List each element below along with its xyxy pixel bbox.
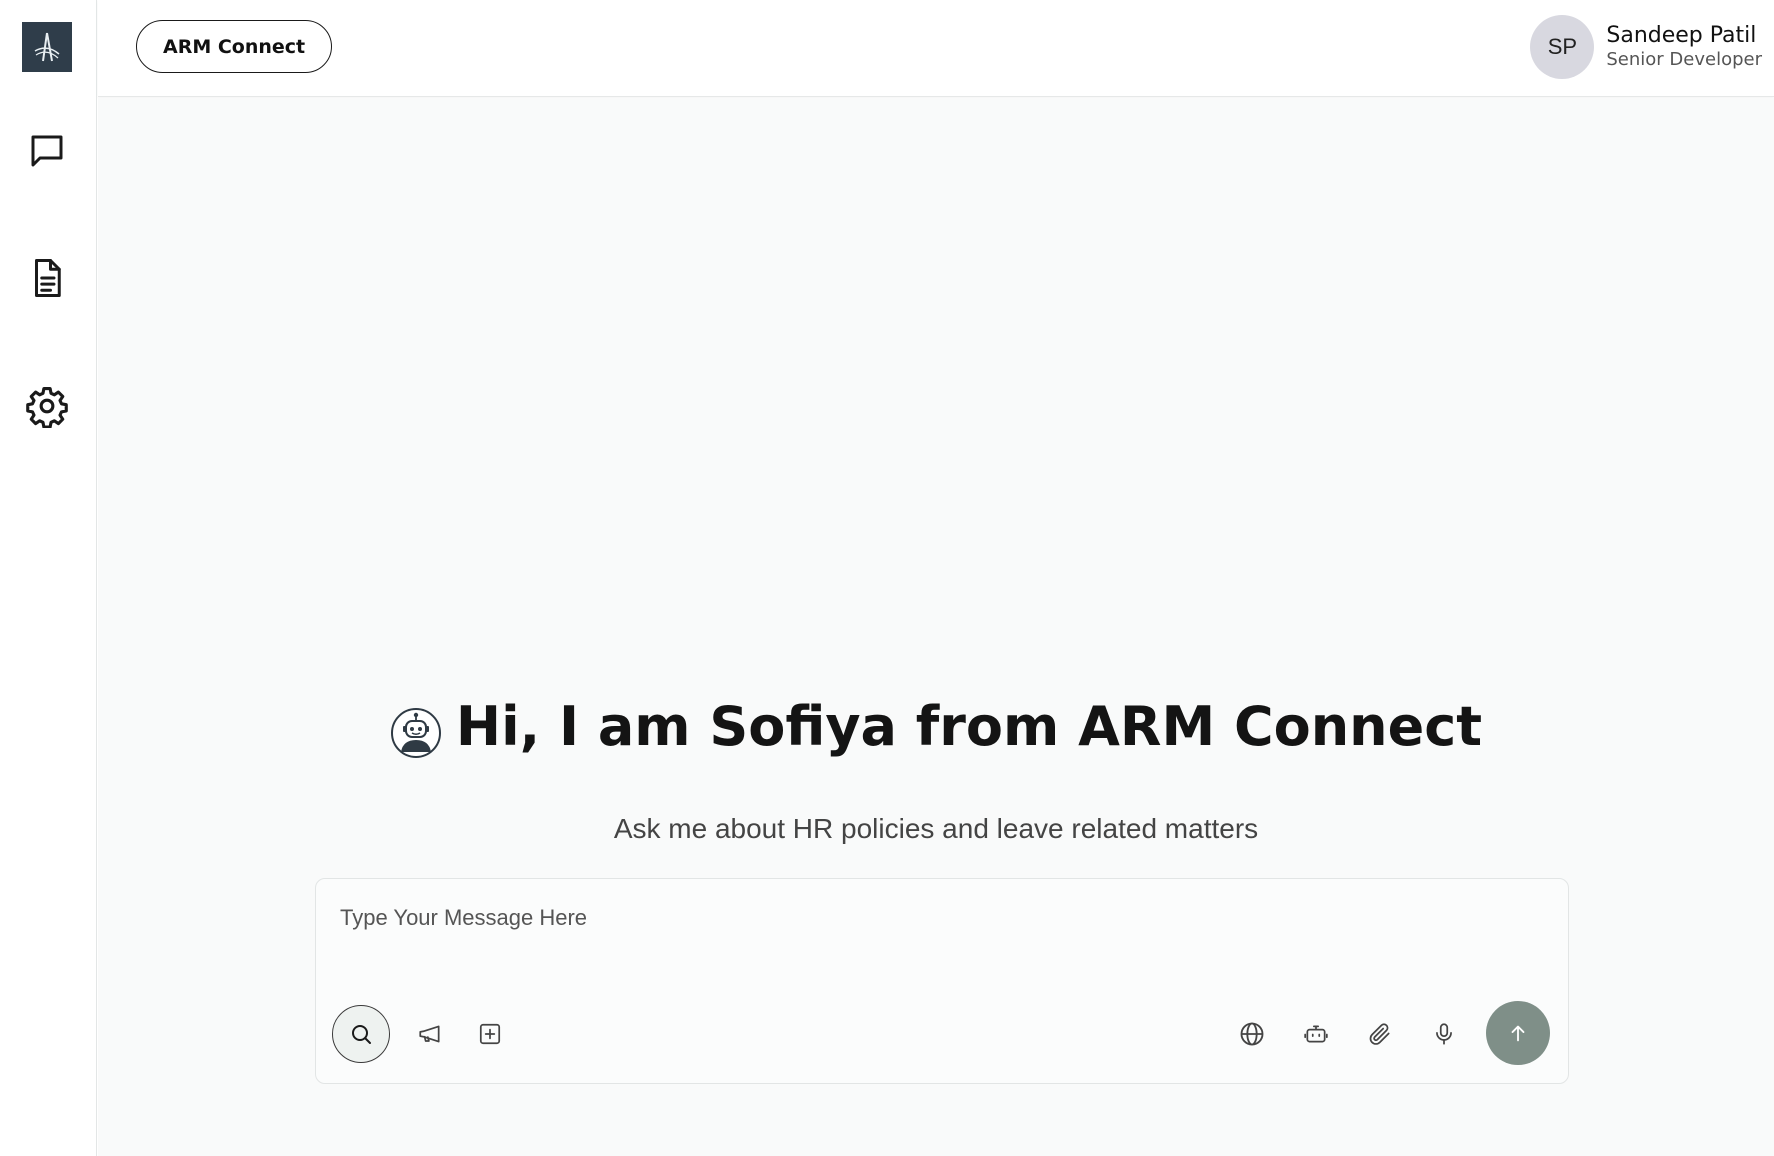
arm-connect-button[interactable]: ARM Connect (136, 20, 333, 73)
sidebar-item-documents[interactable] (18, 249, 76, 307)
hero: Hi, I am Sofiya from ARM Connect (98, 693, 1774, 764)
arrow-up-icon (1511, 1025, 1525, 1042)
gear-icon (26, 387, 68, 428)
add-square-icon (479, 1023, 501, 1045)
add-button[interactable] (468, 1012, 512, 1056)
robot-avatar-icon (390, 708, 441, 758)
avatar[interactable]: SP (1530, 15, 1595, 79)
message-input[interactable] (340, 905, 1520, 965)
bot-icon (1304, 1025, 1328, 1043)
message-composer (315, 878, 1569, 1084)
microphone-button[interactable] (1422, 1012, 1466, 1056)
paperclip-icon (1369, 1023, 1390, 1045)
announce-button[interactable] (408, 1012, 452, 1056)
globe-icon (1240, 1022, 1264, 1046)
page-subtitle: Ask me about HR policies and leave relat… (613, 813, 1259, 844)
top-header: ARM Connect SP Sandeep Patil Senior Deve… (98, 0, 1774, 97)
user-name: Sandeep Patil (1606, 23, 1757, 48)
main-content: Hi, I am Sofiya from ARM Connect Ask me … (98, 98, 1774, 1156)
sidebar-item-chat[interactable] (18, 122, 76, 180)
attach-button[interactable] (1358, 1012, 1402, 1056)
page-title: Hi, I am Sofiya from ARM Connect (455, 694, 1483, 758)
logo-mark-icon (34, 32, 60, 62)
user-profile[interactable]: SP Sandeep Patil Senior Developer (1530, 15, 1762, 79)
hero-row: Hi, I am Sofiya from ARM Connect (390, 693, 1482, 759)
sidebar (0, 0, 97, 1156)
document-icon (35, 259, 61, 297)
agent-button[interactable] (1294, 1012, 1338, 1056)
web-search-button[interactable] (1230, 1012, 1274, 1056)
search-button[interactable] (332, 1005, 390, 1063)
search-icon (352, 1025, 371, 1044)
app-logo[interactable] (22, 22, 72, 72)
send-button[interactable] (1486, 1001, 1550, 1065)
app-root: ARM Connect SP Sandeep Patil Senior Deve… (0, 0, 1774, 1156)
chat-bubble-icon (31, 135, 63, 167)
user-role: Senior Developer (1606, 49, 1762, 70)
megaphone-icon (419, 1025, 440, 1043)
user-info: Sandeep Patil Senior Developer (1606, 23, 1762, 71)
microphone-icon (1436, 1023, 1452, 1045)
sidebar-item-settings[interactable] (18, 377, 76, 435)
